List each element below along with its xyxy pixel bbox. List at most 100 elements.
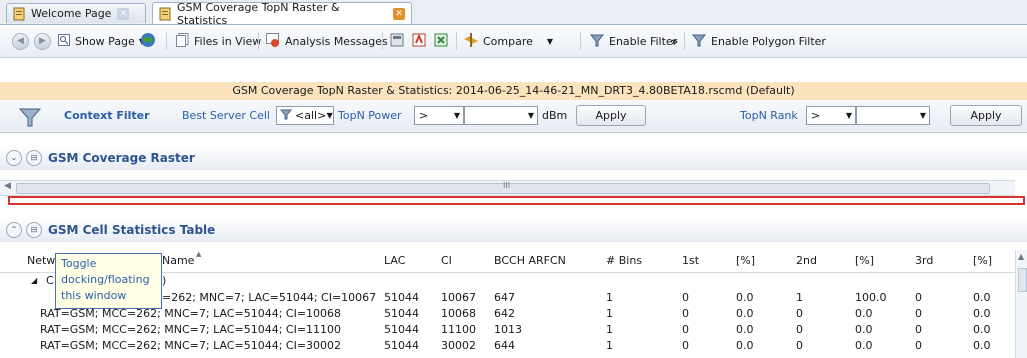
- sort-ascending-icon: ▲: [196, 250, 202, 258]
- cell-bins: 1: [606, 323, 613, 336]
- column-header-first-percent[interactable]: [%]: [736, 250, 755, 272]
- context-filter-bar: Context Filter Best Server Cell <all> ▼ …: [0, 100, 1027, 133]
- cell-first-percent: 0.0: [736, 291, 754, 304]
- cell-third: 0: [915, 323, 922, 336]
- cell-second-percent: 0.0: [855, 339, 873, 352]
- table-row[interactable]: RAT=GSM; MCC=262; MNC=7; LAC=51044; CI=1…: [0, 322, 1015, 338]
- globe-icon: [140, 32, 156, 51]
- enable-polygon-filter-button[interactable]: Enable Polygon Filter: [691, 30, 826, 52]
- document-icon: [159, 7, 171, 21]
- tab-gsm-coverage[interactable]: GSM Coverage TopN Raster & Statistics ✕: [152, 1, 412, 27]
- cell-second: 0: [796, 307, 803, 320]
- cell-statistics-panel-header: ⌃ ⊟ GSM Cell Statistics Table: [0, 218, 1027, 242]
- cell-lac: 51044: [384, 307, 419, 320]
- column-header-second-percent[interactable]: [%]: [855, 250, 874, 272]
- export-excel-button[interactable]: [434, 30, 448, 52]
- column-header-third-percent[interactable]: [%]: [973, 250, 992, 272]
- cell-first: 0: [682, 307, 689, 320]
- show-page-button[interactable]: Show Page ▼: [58, 30, 145, 52]
- best-server-cell-select[interactable]: <all> ▼: [276, 106, 334, 125]
- export-pdf-button[interactable]: [412, 30, 426, 52]
- dropdown-arrow-icon: ▼: [919, 111, 927, 120]
- cell-bins: 1: [606, 291, 613, 304]
- cell-name: RAT=GSM; MCC=262; MNC=7; LAC=51044; CI=1…: [40, 323, 342, 336]
- cell-third-percent: 0.0: [973, 339, 991, 352]
- topn-power-label: TopN Power: [338, 109, 402, 122]
- power-value-select[interactable]: ▼: [464, 106, 538, 125]
- dock-toggle-icon[interactable]: ⊟: [26, 222, 42, 238]
- column-header-lac[interactable]: LAC: [384, 250, 405, 272]
- files-icon: [176, 32, 189, 50]
- cell-third-percent: 0.0: [973, 307, 991, 320]
- best-server-cell-label: Best Server Cell: [182, 109, 270, 122]
- tree-expander-icon[interactable]: ◢: [31, 273, 37, 289]
- vertical-scrollbar[interactable]: ▲: [1015, 250, 1027, 358]
- scroll-up-icon[interactable]: ▲: [1018, 252, 1024, 261]
- column-header-network[interactable]: Netw: [27, 250, 55, 272]
- horizontal-scrollbar[interactable]: ◀ III: [0, 180, 1015, 196]
- dropdown-arrow-icon: ▼: [527, 111, 535, 120]
- document-icon: [13, 7, 25, 21]
- power-operator-select[interactable]: > ▼: [414, 106, 464, 125]
- close-icon[interactable]: ✕: [393, 7, 405, 20]
- forward-button[interactable]: ▶: [34, 30, 51, 52]
- close-icon[interactable]: ✕: [117, 7, 130, 20]
- enable-filter-button[interactable]: Enable Filter: [589, 30, 677, 52]
- rank-operator-select[interactable]: > ▼: [806, 106, 856, 125]
- dock-toggle-tooltip: Toggle docking/floating this window: [55, 253, 162, 309]
- globe-button[interactable]: [140, 30, 156, 52]
- dropdown-arrow-icon: ▼: [845, 111, 853, 120]
- cell-ci: 11100: [441, 323, 476, 336]
- expand-panel-icon[interactable]: ⌃: [6, 222, 22, 238]
- filter-funnel-icon: [279, 108, 293, 123]
- collapse-panel-icon[interactable]: ⌄: [6, 150, 22, 166]
- dropdown-arrow-icon: ▼: [453, 111, 461, 120]
- back-arrow-icon: ◀: [12, 32, 29, 50]
- column-header-bins[interactable]: # Bins: [606, 250, 642, 272]
- cell-lac: 51044: [384, 339, 419, 352]
- power-unit-label: dBm: [542, 109, 568, 122]
- cell-first: 0: [682, 339, 689, 352]
- panel-title: GSM Cell Statistics Table: [48, 223, 216, 237]
- pdf-icon: [412, 32, 426, 50]
- cell-second: 1: [796, 291, 803, 304]
- back-button[interactable]: ◀: [12, 30, 29, 52]
- cell-third: 0: [915, 339, 922, 352]
- column-header-ci[interactable]: CI: [441, 250, 452, 272]
- panel-splitter[interactable]: [8, 196, 1025, 205]
- column-header-name[interactable]: Name: [162, 250, 194, 272]
- cell-bcch: 647: [494, 291, 515, 304]
- coverage-raster-panel-header: ⌄ ⊟ GSM Coverage Raster: [0, 146, 1027, 170]
- dropdown-arrow-icon[interactable]: ▼: [547, 37, 553, 46]
- cell-bcch: 642: [494, 307, 515, 320]
- document-tab-bar: Welcome Page ✕ GSM Coverage TopN Raster …: [0, 0, 1027, 27]
- tab-welcome-page[interactable]: Welcome Page ✕: [6, 3, 146, 23]
- rank-value-select[interactable]: ▼: [856, 106, 930, 125]
- compare-button[interactable]: Compare ▼: [464, 30, 553, 52]
- apply-power-button[interactable]: Apply: [576, 105, 646, 126]
- topn-rank-label: TopN Rank: [740, 109, 798, 122]
- column-header-third[interactable]: 3rd: [915, 250, 933, 272]
- column-header-second[interactable]: 2nd: [796, 250, 817, 272]
- scroll-thumb[interactable]: [1018, 268, 1027, 292]
- cell-second-percent: 0.0: [855, 307, 873, 320]
- files-in-view-button[interactable]: Files in View: [176, 30, 261, 52]
- export-button[interactable]: [390, 30, 404, 52]
- column-header-first[interactable]: 1st: [682, 250, 699, 272]
- apply-rank-button[interactable]: Apply: [950, 105, 1022, 126]
- cell-bcch: 1013: [494, 323, 522, 336]
- export-icon: [390, 33, 404, 50]
- compare-icon: [464, 32, 478, 50]
- table-row[interactable]: RAT=GSM; MCC=262; MNC=7; LAC=51044; CI=3…: [0, 338, 1015, 354]
- column-header-bcch-arfcn[interactable]: BCCH ARFCN: [494, 250, 566, 272]
- cell-first: 0: [682, 323, 689, 336]
- toolbar-overflow-button[interactable]: »: [671, 30, 678, 52]
- cell-ci: 10068: [441, 307, 476, 320]
- scroll-thumb[interactable]: III: [16, 181, 990, 194]
- analysis-messages-button[interactable]: Analysis Messages: [266, 30, 388, 52]
- scroll-left-icon[interactable]: ◀: [4, 181, 11, 191]
- cell-ci: 10067: [441, 291, 476, 304]
- toolbar-separator: [456, 32, 457, 50]
- cell-third-percent: 0.0: [973, 323, 991, 336]
- dock-toggle-icon[interactable]: ⊟: [26, 150, 42, 166]
